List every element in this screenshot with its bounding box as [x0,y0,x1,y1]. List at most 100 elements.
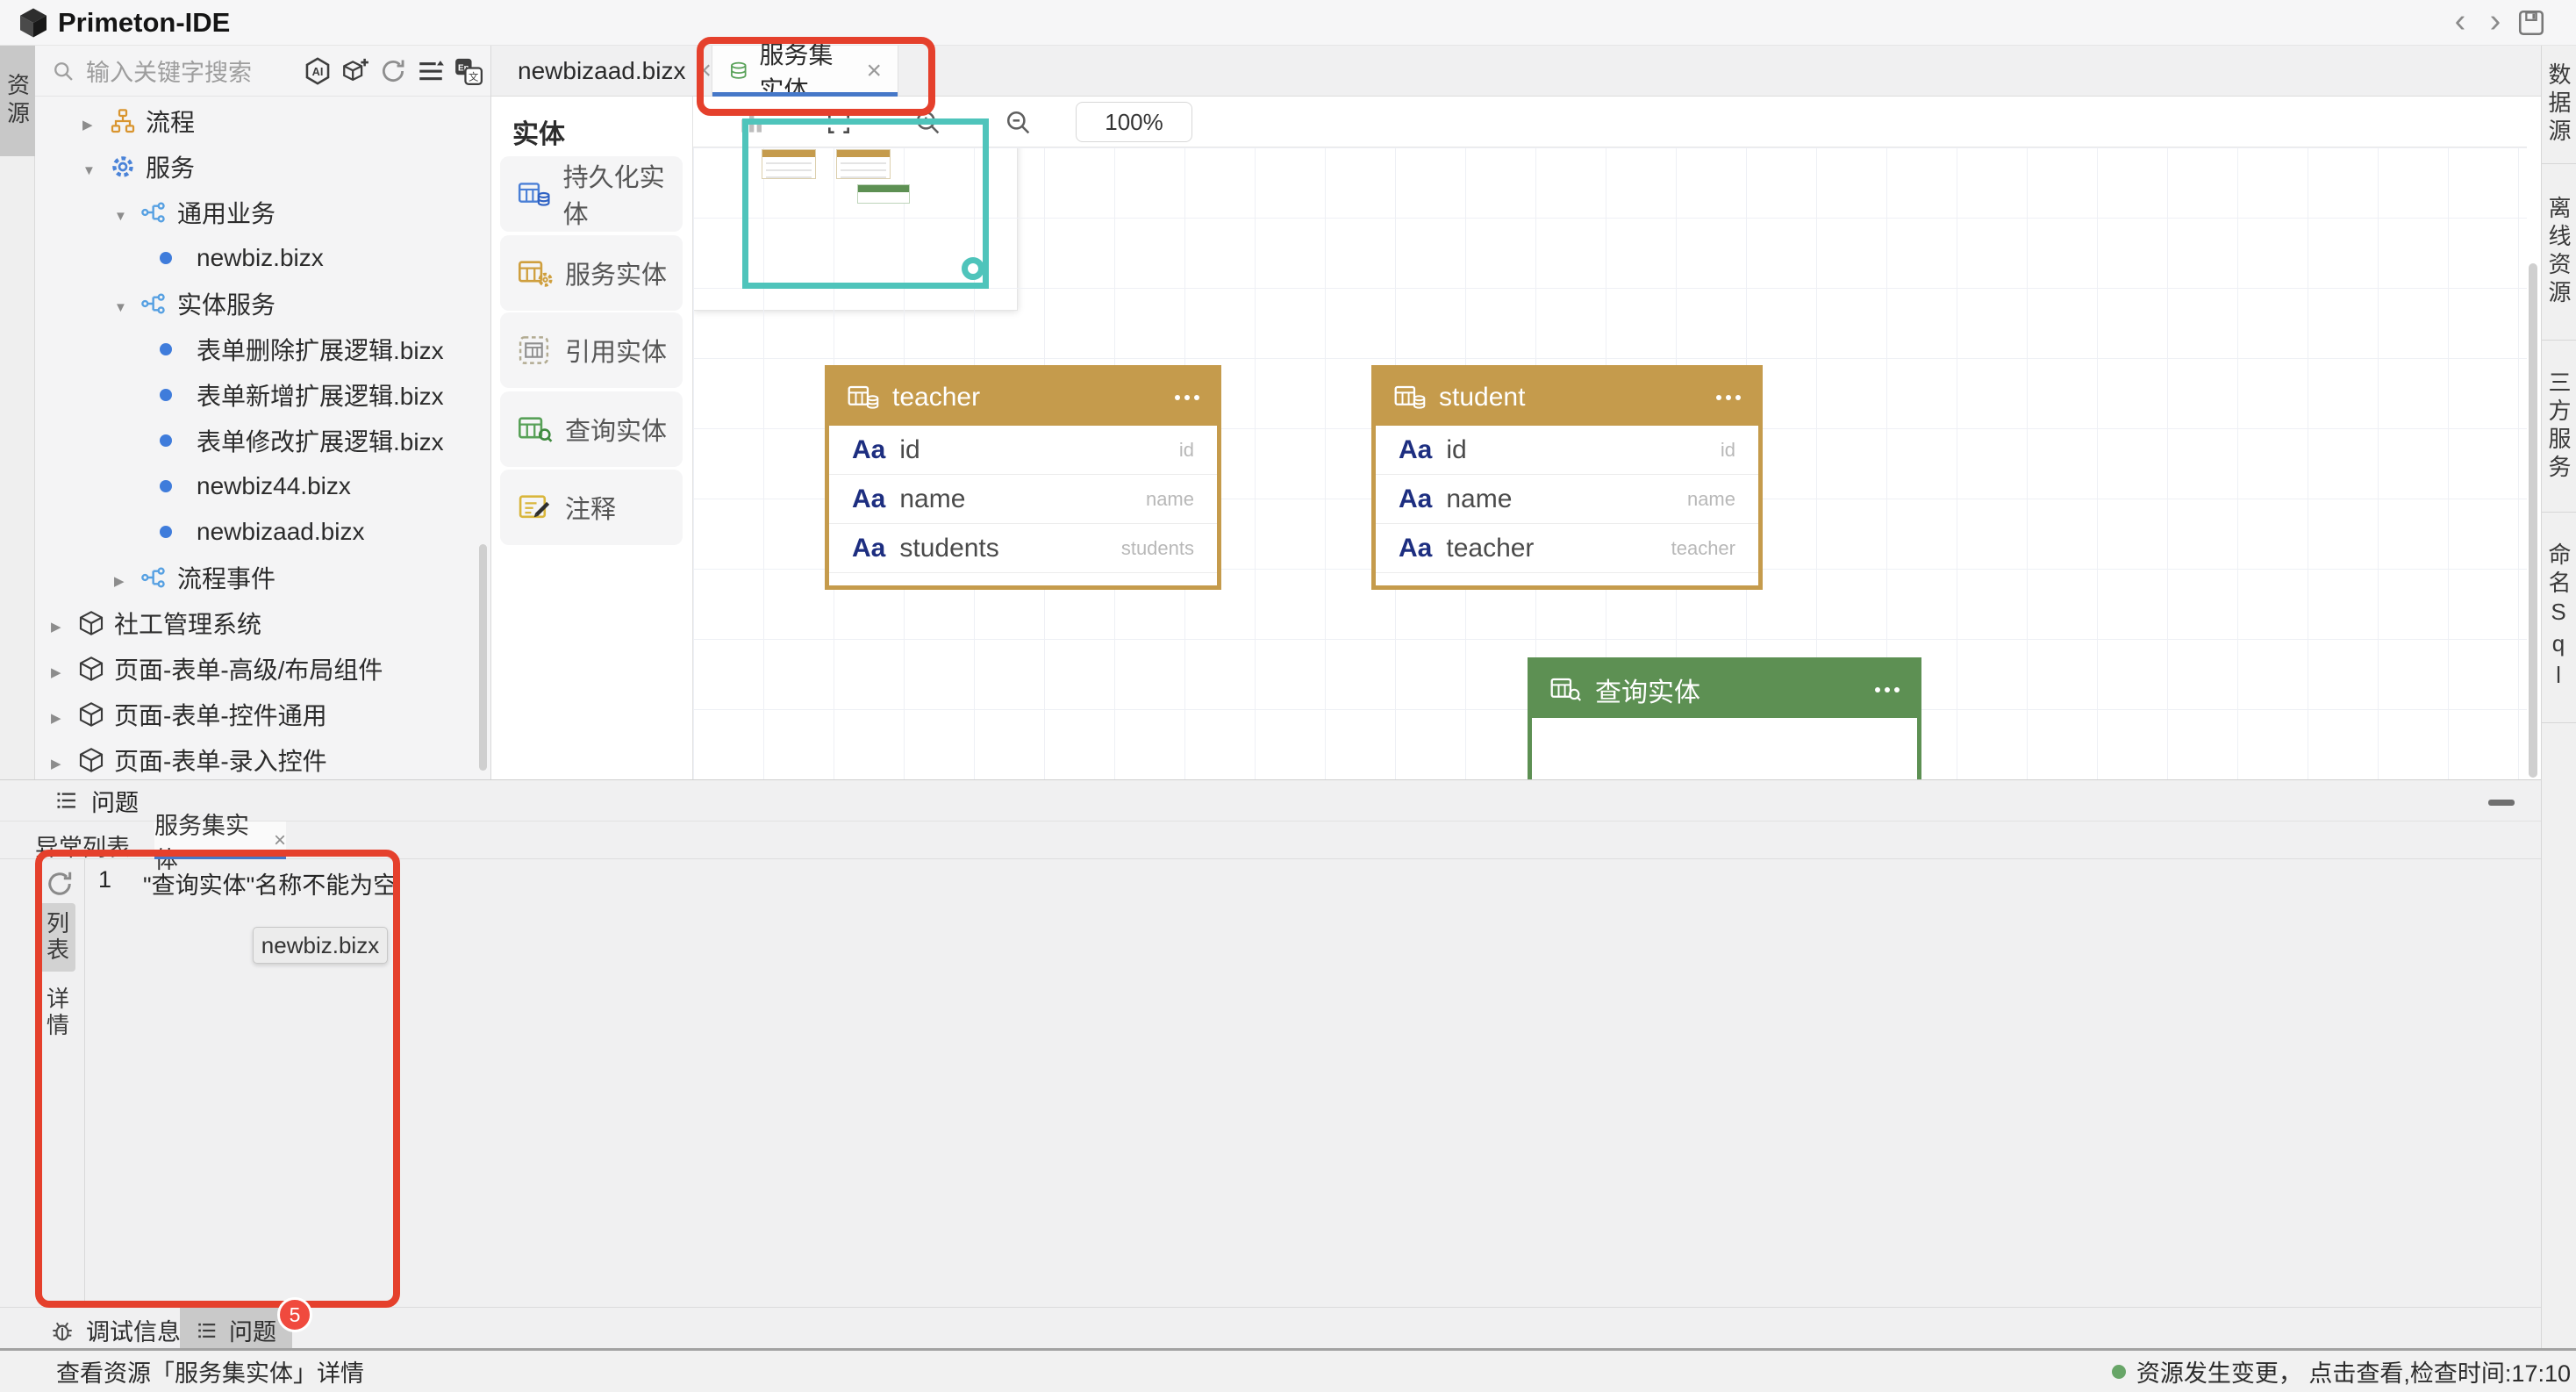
bug-icon [49,1317,75,1344]
tree-item[interactable]: 表单修改扩展逻辑.bizx [35,418,490,463]
zoom-out-icon[interactable] [1005,109,1033,137]
nav-forward-icon[interactable]: › [2479,5,2511,37]
palette-item-comment[interactable]: 注释 [500,470,683,545]
entity-teacher[interactable]: teacher Aa id id Aa name name Aa student… [825,365,1221,590]
ai-assistant-icon[interactable]: AI [303,56,333,86]
chevron-down-icon[interactable] [82,153,109,181]
string-type-label: Aa [852,484,885,514]
collapse-panel-button[interactable] [2488,800,2515,806]
collapse-all-icon[interactable] [416,56,446,86]
table-entity-icon [1393,383,1427,413]
translate-icon[interactable]: En文 [454,56,483,86]
status-left-text: 查看资源「服务集实体」详情 [56,1354,364,1388]
palette-title: 实体 [512,112,692,151]
tree-item[interactable]: 流程事件 [35,555,490,600]
svg-text:文: 文 [469,70,478,83]
more-icon[interactable] [1871,687,1900,692]
tree-item[interactable]: newbiz44.bizx [35,463,490,509]
file-dot-icon [160,389,197,401]
comment-note-icon [518,490,553,525]
entity-header[interactable]: student [1376,370,1758,426]
right-rail: 数据源 离线资源 三方服务 命名Sql [2541,46,2576,1350]
tab-debug-info[interactable]: 调试信息 [32,1308,198,1353]
nav-back-icon[interactable]: ‹ [2444,5,2476,37]
chevron-right-icon[interactable] [51,700,77,728]
tree-item[interactable]: 流程 [35,98,490,144]
gear-icon [109,153,146,181]
entity-field[interactable]: Aa id id [1376,426,1758,475]
rail-tab-offline-resources[interactable]: 离线资源 [2542,164,2576,341]
chevron-right-icon[interactable] [51,655,77,683]
tree-item[interactable]: 通用业务 [35,190,490,235]
entity-query[interactable]: 查询实体 [1528,657,1921,779]
reference-entity-icon [518,333,553,368]
refresh-icon[interactable] [378,56,408,86]
branch-icon [140,290,177,318]
entity-header[interactable]: teacher [829,370,1217,426]
entity-field[interactable]: Aa name name [829,475,1217,524]
zoom-level-display[interactable]: 100% [1076,102,1192,142]
minimap-resize-handle[interactable] [962,257,984,280]
tree-item[interactable]: newbizaad.bizx [35,509,490,555]
package-cube-icon [77,609,114,637]
string-type-label: Aa [1399,484,1432,514]
search-bar[interactable]: 输入关键字搜索 AI En文 [35,46,490,97]
tab-newbizaad[interactable]: newbizaad.bizx [491,46,712,97]
tree-item[interactable]: 服务 [35,144,490,190]
branch-icon [140,198,177,226]
entity-title: 查询实体 [1595,671,1700,709]
palette-item-service-entity[interactable]: 服务实体 [500,235,683,311]
more-icon[interactable] [1712,395,1741,400]
diagram-canvas[interactable]: 100% teacher Aa id id Aa name name Aa st… [693,97,2527,779]
entity-student[interactable]: student Aa id id Aa name name Aa teacher… [1371,365,1763,590]
tree-item[interactable]: 实体服务 [35,281,490,326]
entity-field[interactable]: Aa name name [1376,475,1758,524]
tree-item[interactable]: 页面-表单-录入控件 [35,737,490,783]
app-title: Primeton-IDE [58,7,230,39]
chevron-right-icon[interactable] [114,563,140,592]
canvas-scrollbar[interactable] [2529,263,2537,778]
search-input[interactable]: 输入关键字搜索 [86,54,295,88]
entity-field[interactable]: Aa id id [829,426,1217,475]
problem-count-badge: 5 [277,1297,312,1332]
tree-item[interactable]: 表单删除扩展逻辑.bizx [35,326,490,372]
rail-tab-datasource[interactable]: 数据源 [2542,46,2576,164]
svg-text:AI: AI [312,64,324,77]
chevron-right-icon[interactable] [51,609,77,637]
status-right[interactable]: 资源发生变更， 点击查看,检查时间:17:10 [2112,1354,2571,1388]
tree-item[interactable]: newbiz.bizx [35,235,490,281]
new-module-icon[interactable] [340,56,370,86]
palette-item-persistent-entity[interactable]: 持久化实体 [500,156,683,232]
entity-header[interactable]: 查询实体 [1532,662,1917,718]
rail-tab-resources[interactable]: 资源 [0,46,35,156]
chevron-right-icon[interactable] [82,107,109,135]
tree-item[interactable]: 页面-表单-控件通用 [35,692,490,737]
flow-icon [109,107,146,135]
tree-scrollbar[interactable] [479,544,487,771]
tree-item[interactable]: 表单新增扩展逻辑.bizx [35,372,490,418]
chevron-right-icon[interactable] [51,746,77,774]
more-icon[interactable] [1170,395,1199,400]
rail-tab-third-party-services[interactable]: 三方服务 [2542,341,2576,513]
tree-item[interactable]: 社工管理系统 [35,600,490,646]
branch-icon [140,563,177,592]
query-entity-icon [518,412,553,447]
minimap[interactable] [693,97,1018,311]
entity-palette: 实体 持久化实体 服务实体 引用实体 查询实体 注释 [491,97,693,779]
palette-item-reference-entity[interactable]: 引用实体 [500,312,683,388]
tab-problems[interactable]: 问题 [180,1308,292,1353]
status-green-dot-icon [2112,1365,2126,1379]
table-query-icon [1549,675,1583,705]
file-dot-icon [160,480,197,492]
entity-field[interactable]: Aa students students [829,524,1217,573]
save-icon[interactable] [2516,8,2546,38]
chevron-down-icon[interactable] [114,290,140,318]
rail-tab-named-sql[interactable]: 命名Sql [2542,513,2576,723]
annotation-highlight-problems [35,850,400,1308]
entity-field[interactable]: Aa teacher teacher [1376,524,1758,573]
list-icon [196,1319,218,1342]
chevron-down-icon[interactable] [114,198,140,226]
tree-item[interactable]: 页面-表单-高级/布局组件 [35,646,490,692]
minimap-viewport[interactable] [742,118,989,289]
palette-item-query-entity[interactable]: 查询实体 [500,391,683,467]
